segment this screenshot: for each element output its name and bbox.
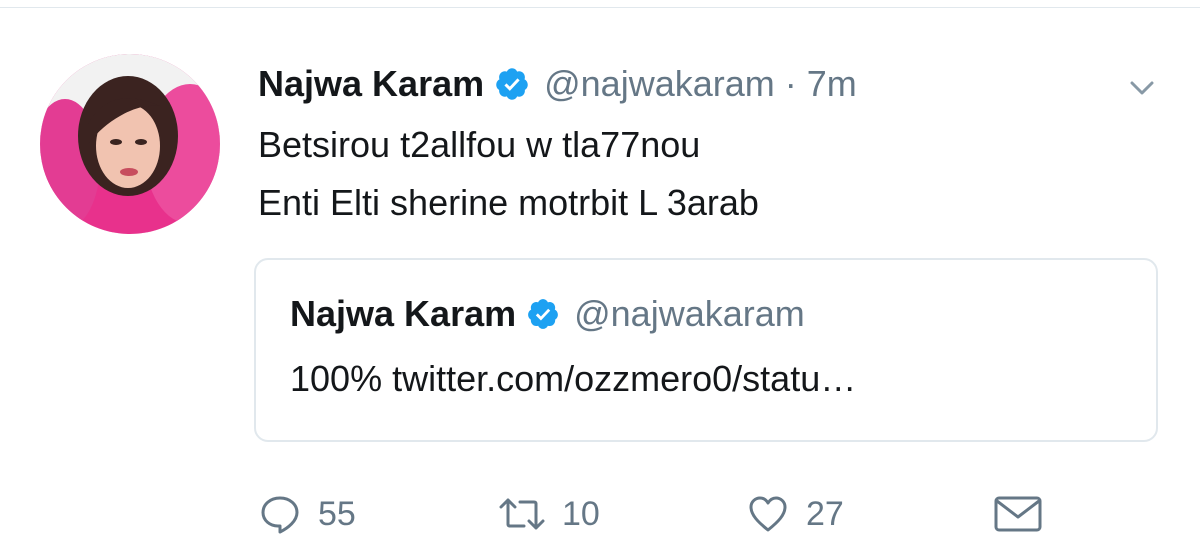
top-divider [0,0,1200,8]
tweet-text: Betsirou t2allfou w tla77nou Enti Elti s… [258,116,759,232]
envelope-icon [992,492,1044,536]
separator-dot: · [784,63,797,104]
retweet-count: 10 [562,494,600,533]
like-button[interactable]: 27 [746,486,844,542]
reply-button[interactable]: 55 [258,486,356,542]
direct-message-button[interactable] [992,486,1044,542]
retweet-button[interactable]: 10 [498,486,600,542]
heart-icon [746,492,790,536]
tweet-text-line-1: Betsirou t2allfou w tla77nou [258,124,701,165]
timestamp[interactable]: 7m [807,63,857,105]
tweet-header: Najwa Karam @najwakaram · 7m [258,56,857,112]
verified-badge-icon [526,297,560,331]
like-count: 27 [806,494,844,533]
quoted-tweet[interactable]: Najwa Karam @najwakaram 100% twitter.com… [254,258,1158,442]
retweet-icon [498,492,546,536]
tweet-actions: 55 10 27 [258,486,1058,542]
quoted-author-name: Najwa Karam [290,293,517,334]
avatar[interactable] [40,54,220,234]
quoted-tweet-text[interactable]: 100% twitter.com/ozzmero0/statu… [290,358,856,400]
reply-count: 55 [318,494,356,533]
quoted-tweet-header: Najwa Karam @najwakaram [290,290,805,338]
tweet-text-line-2: Enti Elti sherine motrbit L 3arab [258,182,759,223]
author-handle[interactable]: @najwakaram [544,63,775,105]
quoted-author-handle: @najwakaram [574,293,805,334]
verified-badge-icon [494,66,530,102]
chevron-down-icon[interactable] [1124,70,1160,106]
tweet[interactable]: Najwa Karam @najwakaram · 7m Betsirou t2… [0,8,1200,555]
reply-bubble-icon [258,492,302,536]
author-name[interactable]: Najwa Karam [258,63,484,105]
